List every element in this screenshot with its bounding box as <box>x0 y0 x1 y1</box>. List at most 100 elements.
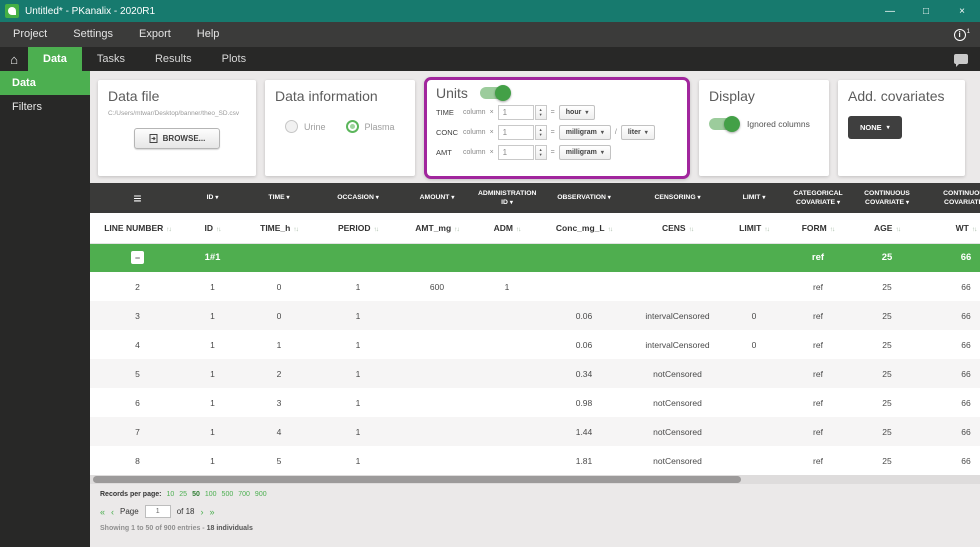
column-header-cens[interactable]: CENS ↑↓ <box>630 213 725 244</box>
group-row-cell: 25 <box>853 243 921 272</box>
feedback-chat-icon[interactable] <box>954 54 968 67</box>
table-cell <box>476 417 538 446</box>
conc-denominator-dropdown[interactable]: liter ▾ <box>620 125 655 140</box>
table-row: 6 1 3 1 0.98 notCensored ref 25 66 <box>90 388 980 417</box>
column-header-amt_mg[interactable]: AMT_mg ↑↓ <box>398 213 476 244</box>
table-cell: 66 <box>961 397 971 408</box>
table-footer: Records per page: 10 25 50 100 500 700 900 « ‹… <box>90 484 980 532</box>
radio-option-urine[interactable]: Urine <box>285 120 326 133</box>
table-cell <box>538 272 630 301</box>
column-type-header-amt_mg[interactable]: AMOUNT ▾ <box>398 183 476 213</box>
slash-symbol: / <box>614 129 617 136</box>
time-spinner[interactable]: ▴ ▾ <box>534 105 547 120</box>
table-cell <box>476 446 538 475</box>
info-button[interactable]: i 1 <box>953 28 970 41</box>
column-header-adm[interactable]: ADM ↑↓ <box>476 213 538 244</box>
chevron-down-icon: ▾ <box>905 200 909 206</box>
time-unit-dropdown[interactable]: hour ▾ <box>558 105 596 120</box>
tab-tasks[interactable]: Tasks <box>82 47 140 71</box>
records-option-10[interactable]: 10 <box>166 491 174 498</box>
column-header-age[interactable]: AGE ↑↓ <box>853 213 921 244</box>
ignored-columns-label: Ignored columns <box>747 119 810 129</box>
column-type-header-adm[interactable]: ADMINISTRATION ID ▾ <box>476 183 538 213</box>
units-toggle[interactable] <box>479 85 511 101</box>
menu-settings[interactable]: Settings <box>60 22 126 47</box>
column-type-header-conc_mg_l[interactable]: OBSERVATION ▾ <box>538 183 630 213</box>
sidebar-item-data[interactable]: Data <box>0 71 90 95</box>
table-cell <box>630 272 725 301</box>
time-unit-value: hour <box>565 109 582 116</box>
horizontal-scrollbar[interactable] <box>90 475 980 484</box>
column-type-header-age[interactable]: CONTINUOUS COVARIATE ▾ <box>853 183 921 213</box>
column-header-conc_mg_l[interactable]: Conc_mg_L ↑↓ <box>538 213 630 244</box>
scrollbar-thumb[interactable] <box>93 476 741 483</box>
amt-unit-dropdown[interactable]: milligram ▾ <box>558 145 611 160</box>
radio-option-plasma[interactable]: Plasma <box>345 120 395 133</box>
column-header-period[interactable]: PERIOD ↑↓ <box>318 213 398 244</box>
column-header-wt[interactable]: WT ↑↓ <box>921 213 980 244</box>
column-type-header-form[interactable]: CATEGORICAL COVARIATE ▾ <box>783 183 853 213</box>
column-header-line number[interactable]: LINE NUMBER ↑↓ <box>90 213 185 244</box>
menu-export[interactable]: Export <box>126 22 184 47</box>
page-number-input[interactable] <box>144 505 171 518</box>
home-tab[interactable]: ⌂ <box>0 47 28 71</box>
column-type-header-id[interactable]: ID ▾ <box>185 183 240 213</box>
time-multiplier-input[interactable] <box>497 105 534 120</box>
column-type-header-period[interactable]: OCCASION ▾ <box>318 183 398 213</box>
column-type-header-limit[interactable]: LIMIT ▾ <box>725 183 783 213</box>
column-type-label: LIMIT <box>742 194 763 202</box>
conc-spinner[interactable]: ▴ ▾ <box>534 125 547 140</box>
column-header-id[interactable]: ID ↑↓ <box>185 213 240 244</box>
conc-unit-dropdown[interactable]: milligram ▾ <box>558 125 611 140</box>
table-cell: 0.98 <box>575 397 593 408</box>
column-header-time_h[interactable]: TIME_h ↑↓ <box>240 213 318 244</box>
column-type-header-time_h[interactable]: TIME ▾ <box>240 183 318 213</box>
table-cell: 66 <box>921 417 980 446</box>
menu-help[interactable]: Help <box>184 22 233 47</box>
sidebar-item-filters[interactable]: Filters <box>0 95 90 119</box>
time-label: TIME <box>436 108 454 117</box>
records-option-50[interactable]: 50 <box>192 491 200 498</box>
table-cell <box>398 417 476 446</box>
records-option-900[interactable]: 900 <box>255 491 267 498</box>
browse-button[interactable]: BROWSE... <box>133 128 221 149</box>
add-covariates-title: Add. covariates <box>848 88 945 104</box>
column-label: TIME_h <box>260 222 291 233</box>
tab-results[interactable]: Results <box>140 47 207 71</box>
column-label: AMT_mg <box>415 222 452 233</box>
column-type-header-cens[interactable]: CENSORING ▾ <box>630 183 725 213</box>
column-header-limit[interactable]: LIMIT ↑↓ <box>725 213 783 244</box>
prev-page-button[interactable]: ‹ <box>111 507 114 517</box>
next-page-button[interactable]: › <box>201 507 204 517</box>
records-option-700[interactable]: 700 <box>238 491 250 498</box>
table-menu-button[interactable]: ≡ <box>90 183 185 213</box>
table-cell: 66 <box>961 339 971 350</box>
none-dropdown-button[interactable]: NONE ▾ <box>848 116 902 139</box>
maximize-button[interactable]: □ <box>908 0 944 22</box>
last-page-button[interactable]: » <box>210 507 215 517</box>
column-label: LIMIT <box>739 222 762 233</box>
close-button[interactable]: × <box>944 0 980 22</box>
tab-plots[interactable]: Plots <box>207 47 261 71</box>
column-type-header-wt[interactable]: CONTINUOUS COVARIATE ▾ <box>921 183 980 213</box>
records-option-25[interactable]: 25 <box>179 491 187 498</box>
table-cell: 0 <box>751 339 757 350</box>
table-cell: ref <box>813 281 823 292</box>
home-icon: ⌂ <box>10 51 18 67</box>
table-cell: notCensored <box>653 455 702 466</box>
column-header-form[interactable]: FORM ↑↓ <box>783 213 853 244</box>
minimize-button[interactable]: — <box>872 0 908 22</box>
collapse-group-button[interactable]: − <box>131 251 144 265</box>
records-option-500[interactable]: 500 <box>222 491 234 498</box>
tab-data[interactable]: Data <box>28 47 82 71</box>
menu-project[interactable]: Project <box>0 22 60 47</box>
amt-multiplier-input[interactable] <box>497 145 534 160</box>
first-page-button[interactable]: « <box>100 507 105 517</box>
column-label: CENS <box>661 222 686 233</box>
conc-multiplier-input[interactable] <box>497 125 534 140</box>
column-label: WT <box>955 222 969 233</box>
table-cell: 1 <box>276 339 282 350</box>
amt-spinner[interactable]: ▴ ▾ <box>534 145 547 160</box>
records-option-100[interactable]: 100 <box>205 491 217 498</box>
ignored-columns-toggle[interactable] <box>709 116 740 132</box>
